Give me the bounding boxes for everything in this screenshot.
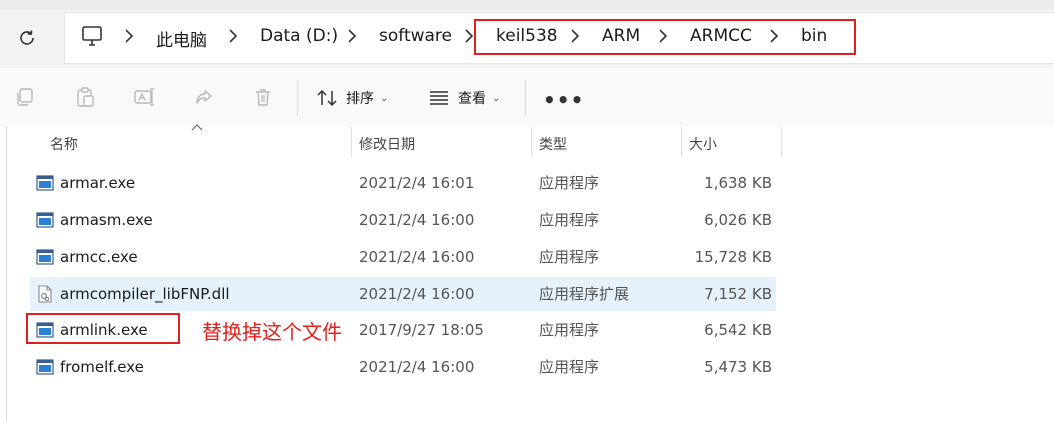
file-modified: 2021/2/4 16:00 xyxy=(359,358,475,376)
exe-icon xyxy=(36,249,54,265)
file-row[interactable]: armar.exe 2021/2/4 16:01 应用程序 1,638 KB xyxy=(30,166,776,200)
file-row[interactable]: fromelf.exe 2021/2/4 16:00 应用程序 5,473 KB xyxy=(30,350,776,384)
breadcrumb-data-drive[interactable]: Data (D:) xyxy=(260,26,338,46)
file-modified: 2017/9/27 18:05 xyxy=(359,321,484,339)
copy-icon[interactable] xyxy=(14,86,36,108)
toolbar-separator xyxy=(297,80,298,116)
sort-ascending-icon xyxy=(191,124,203,131)
file-type: 应用程序 xyxy=(539,174,600,192)
file-size: 7,152 KB xyxy=(704,285,772,303)
command-toolbar xyxy=(0,68,1054,127)
breadcrumb-software[interactable]: software xyxy=(379,26,452,46)
file-highlight-box xyxy=(26,313,180,344)
column-header-name[interactable]: 名称 xyxy=(50,134,78,154)
file-name: armasm.exe xyxy=(60,211,153,229)
exe-icon xyxy=(36,212,54,228)
sort-button[interactable]: 排序 ⌄ xyxy=(316,86,388,110)
column-divider[interactable] xyxy=(531,127,532,157)
file-type: 应用程序 xyxy=(539,248,600,266)
breadcrumb-this-pc[interactable]: 此电脑 xyxy=(156,26,207,51)
file-row[interactable]: armcompiler_libFNP.dll 2021/2/4 16:00 应用… xyxy=(30,277,776,311)
chevron-down-icon: ⌄ xyxy=(492,92,501,104)
file-size: 1,638 KB xyxy=(704,174,772,192)
monitor-icon[interactable] xyxy=(80,25,104,47)
column-divider[interactable] xyxy=(781,127,782,157)
file-type: 应用程序 xyxy=(539,211,600,229)
share-icon[interactable] xyxy=(193,86,215,108)
file-row[interactable]: armcc.exe 2021/2/4 16:00 应用程序 15,728 KB xyxy=(30,240,776,274)
file-name: armcc.exe xyxy=(60,248,138,266)
delete-icon[interactable] xyxy=(252,86,274,108)
chevron-right-icon xyxy=(348,29,357,43)
path-highlight-box xyxy=(474,19,856,55)
file-modified: 2021/2/4 16:00 xyxy=(359,248,475,266)
paste-icon[interactable] xyxy=(74,86,96,108)
exe-icon xyxy=(36,359,54,375)
pane-divider xyxy=(6,126,7,421)
sort-arrows-icon xyxy=(317,89,337,107)
file-size: 6,026 KB xyxy=(704,211,772,229)
file-modified: 2021/2/4 16:00 xyxy=(359,211,475,229)
column-header-modified[interactable]: 修改日期 xyxy=(359,134,415,154)
file-name: armar.exe xyxy=(60,174,136,192)
list-view-icon xyxy=(430,91,448,105)
annotation-note: 替换掉这个文件 xyxy=(202,320,342,344)
sort-label: 排序 xyxy=(346,91,374,107)
file-modified: 2021/2/4 16:00 xyxy=(359,285,475,303)
more-options-button[interactable]: ••• xyxy=(543,88,584,112)
file-type: 应用程序 xyxy=(539,321,600,339)
file-type: 应用程序 xyxy=(539,358,600,376)
file-row[interactable]: armasm.exe 2021/2/4 16:00 应用程序 6,026 KB xyxy=(30,203,776,237)
view-label: 查看 xyxy=(458,91,486,107)
file-modified: 2021/2/4 16:01 xyxy=(359,174,475,192)
file-name: fromelf.exe xyxy=(60,358,144,376)
dll-icon xyxy=(38,285,52,303)
file-size: 5,473 KB xyxy=(704,358,772,376)
chevron-right-icon xyxy=(125,29,134,43)
column-header-size[interactable]: 大小 xyxy=(689,134,717,154)
file-size: 6,542 KB xyxy=(704,321,772,339)
window-top-strip xyxy=(0,0,1054,10)
view-button[interactable]: 查看 ⌄ xyxy=(428,86,500,110)
column-divider[interactable] xyxy=(681,127,682,157)
refresh-icon[interactable] xyxy=(16,27,38,49)
rename-icon[interactable] xyxy=(133,86,155,108)
file-type: 应用程序扩展 xyxy=(539,285,630,303)
file-name: armcompiler_libFNP.dll xyxy=(60,285,230,303)
column-header-type[interactable]: 类型 xyxy=(539,134,567,154)
chevron-right-icon xyxy=(229,29,238,43)
exe-icon xyxy=(36,175,54,191)
chevron-down-icon: ⌄ xyxy=(380,92,389,104)
column-divider[interactable] xyxy=(351,127,352,157)
file-size: 15,728 KB xyxy=(694,248,772,266)
toolbar-separator xyxy=(525,80,526,116)
